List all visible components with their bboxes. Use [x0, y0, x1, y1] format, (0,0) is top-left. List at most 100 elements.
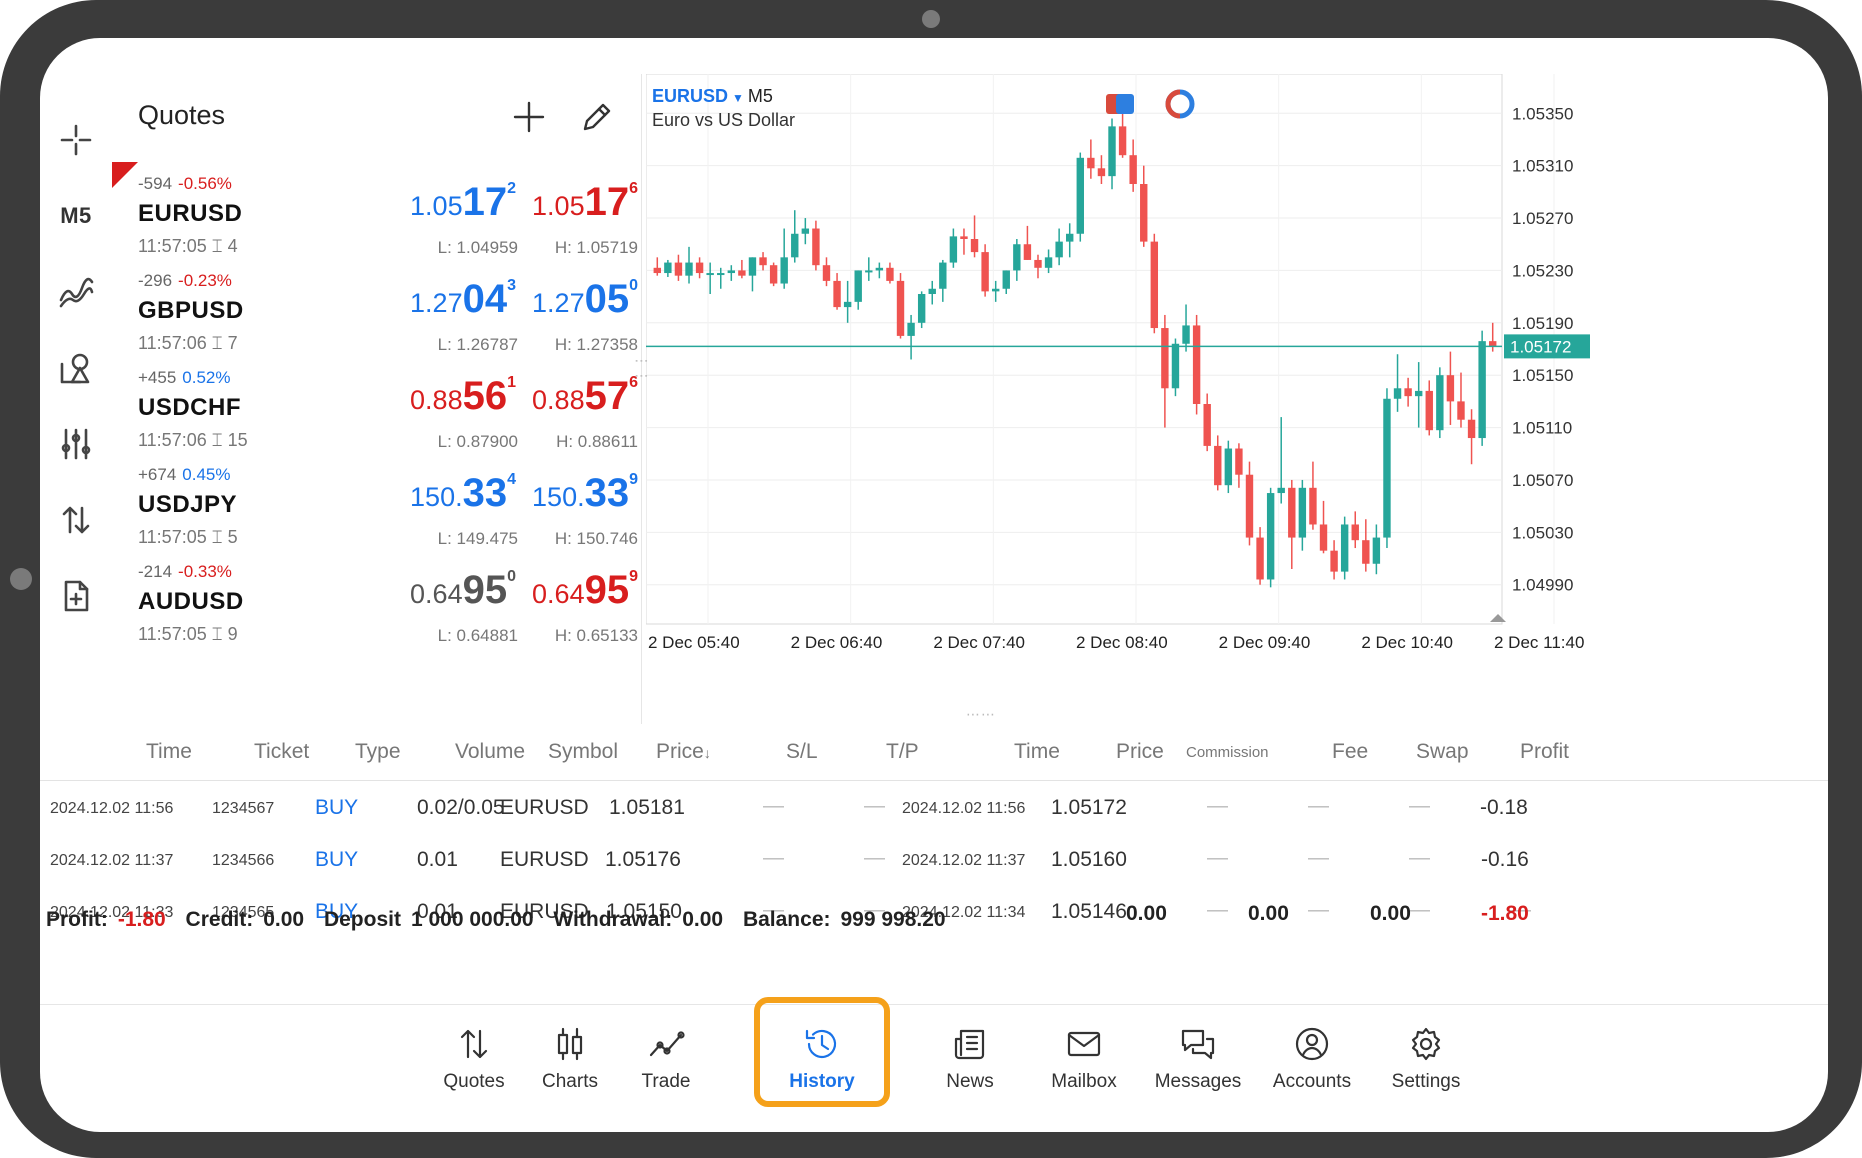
y-tick-label: 1.05070: [1512, 471, 1573, 490]
quote-time: 11:57:05 ⌶ 4: [138, 236, 238, 257]
x-tick-label: 2 Dec 08:40: [1076, 633, 1168, 652]
ask-prefix: 1.27: [532, 288, 585, 318]
total-commission: 0.00: [1126, 902, 1167, 925]
settings-sliders-tool[interactable]: [40, 414, 112, 474]
cell-time: 2024.12.02 11:37: [50, 852, 174, 869]
chart-canvas[interactable]: 1.05350 1.05310 1.05270 1.05230 1.05190 1.051…: [646, 74, 1826, 724]
chart-symbol[interactable]: EURUSD: [652, 86, 728, 106]
col-time[interactable]: Time: [146, 740, 192, 764]
nav-messages[interactable]: Messages: [1142, 1005, 1254, 1105]
bid-point: 3: [507, 277, 516, 294]
nav-news[interactable]: News: [914, 1005, 1026, 1105]
ask-prefix: 0.88: [532, 385, 585, 415]
nav-mailbox-label: Mailbox: [1051, 1071, 1117, 1092]
quote-row-audusd[interactable]: -214 -0.33% AUDUSD 11:57:05 ⌶ 9 0.64950 0…: [112, 550, 641, 665]
cell-ticket: 1234566: [212, 852, 275, 869]
nav-trade[interactable]: Trade: [610, 1005, 722, 1105]
cell-close-time: 2024.12.02 11:37: [902, 852, 1026, 869]
quote-spread: 9: [227, 624, 238, 644]
candle-body: [1108, 126, 1116, 177]
candle-body: [1425, 390, 1433, 431]
quote-time: 11:57:06 ⌶ 15: [138, 430, 248, 451]
quote-high: H: 0.65133: [554, 626, 638, 645]
candle-body: [1129, 155, 1137, 184]
table-resize-handle[interactable]: ⋯⋯: [966, 706, 996, 723]
nav-trade-label: Trade: [641, 1071, 691, 1092]
col-close-time[interactable]: Time: [1014, 740, 1060, 764]
summary-withdrawal: 0.00: [682, 908, 724, 931]
change-percent: -0.56%: [178, 174, 232, 193]
nav-settings[interactable]: Settings: [1370, 1005, 1482, 1105]
caret-down-icon: ▼: [732, 91, 744, 105]
quote-symbol: AUDUSD: [138, 588, 244, 615]
panel-resize-handle[interactable]: ⋮⋮: [634, 354, 650, 384]
candle-body: [759, 257, 767, 266]
candle-body: [812, 228, 820, 266]
col-close-price[interactable]: Price: [1116, 740, 1164, 764]
col-price[interactable]: Price↓: [656, 740, 711, 764]
bid-pips: 33: [462, 471, 508, 515]
ask-point: 6: [629, 180, 638, 197]
cell-sl: —: [763, 794, 784, 817]
x-tick-label: 2 Dec 06:40: [791, 633, 883, 652]
quote-spread: 5: [227, 527, 238, 547]
candle-body: [939, 262, 947, 289]
indicators-tool[interactable]: [40, 262, 112, 322]
cell-swap: —: [1409, 794, 1430, 817]
quote-symbol: USDCHF: [138, 394, 241, 421]
candle-body: [685, 262, 693, 276]
nav-mailbox[interactable]: Mailbox: [1028, 1005, 1140, 1105]
nav-history[interactable]: History: [766, 1005, 878, 1105]
candle-body: [769, 265, 778, 284]
new-order-tool[interactable]: [40, 566, 112, 626]
total-profit: -1.80: [1481, 902, 1529, 925]
change-percent: 0.45%: [182, 465, 231, 484]
objects-tool[interactable]: [40, 338, 112, 398]
account-icon: [1295, 1027, 1329, 1061]
bid-prefix: 0.88: [410, 385, 463, 415]
col-profit[interactable]: Profit: [1520, 740, 1569, 764]
candle-body: [1414, 390, 1423, 397]
summary-deposit-label: Deposit: [323, 908, 401, 931]
col-ticket[interactable]: Ticket: [254, 740, 309, 764]
candle-body: [875, 267, 884, 271]
summary-profit: -1.80: [117, 908, 166, 931]
col-symbol[interactable]: Symbol: [548, 740, 618, 764]
col-volume[interactable]: Volume: [455, 740, 525, 764]
candle-body: [907, 322, 915, 336]
history-row[interactable]: 2024.12.02 11:56 1234567 BUY 0.02/0.05 E…: [40, 782, 1828, 834]
history-row[interactable]: 2024.12.02 11:37 1234566 BUY 0.01 EURUSD…: [40, 834, 1828, 886]
add-symbol-button[interactable]: [504, 92, 554, 142]
trade-tool[interactable]: [40, 490, 112, 550]
crosshair-tool[interactable]: [40, 110, 112, 170]
candle-body: [886, 267, 894, 281]
summary-credit-label: Credit:: [185, 908, 254, 931]
timeframe-button[interactable]: M5: [40, 186, 112, 246]
col-tp[interactable]: T/P: [886, 740, 919, 764]
col-sl[interactable]: S/L: [786, 740, 818, 764]
candle-body: [1044, 257, 1053, 268]
chart-symbol-header[interactable]: EURUSD ▼ M5: [652, 86, 773, 107]
col-swap[interactable]: Swap: [1416, 740, 1469, 764]
edit-quotes-button[interactable]: [572, 92, 622, 142]
nav-accounts[interactable]: Accounts: [1256, 1005, 1368, 1105]
col-commission[interactable]: Commission: [1186, 744, 1269, 761]
candle-body: [738, 270, 746, 276]
y-tick-label: 1.05350: [1512, 104, 1573, 123]
candle-body: [1340, 524, 1349, 572]
ask-point: 9: [629, 568, 638, 585]
summary-deposit: 1 000 000.00: [410, 908, 534, 931]
price-chart[interactable]: 1.05350 1.05310 1.05270 1.05230 1.05190 1.051…: [634, 74, 1826, 724]
candle-body: [833, 280, 841, 308]
col-type[interactable]: Type: [355, 740, 401, 764]
spread-icon: ⌶: [211, 527, 223, 547]
history-summary: Profit: -1.80 Credit: 0.00 Deposit 1 000 00…: [46, 908, 960, 932]
bid-pips: 04: [462, 277, 508, 321]
col-fee[interactable]: Fee: [1332, 740, 1368, 764]
candle-body: [1383, 398, 1391, 538]
candle-body: [1118, 126, 1127, 156]
cell-symbol: EURUSD: [500, 848, 589, 871]
candle-body: [1266, 493, 1275, 580]
cell-tp: —: [864, 846, 885, 869]
nav-messages-label: Messages: [1154, 1071, 1242, 1092]
